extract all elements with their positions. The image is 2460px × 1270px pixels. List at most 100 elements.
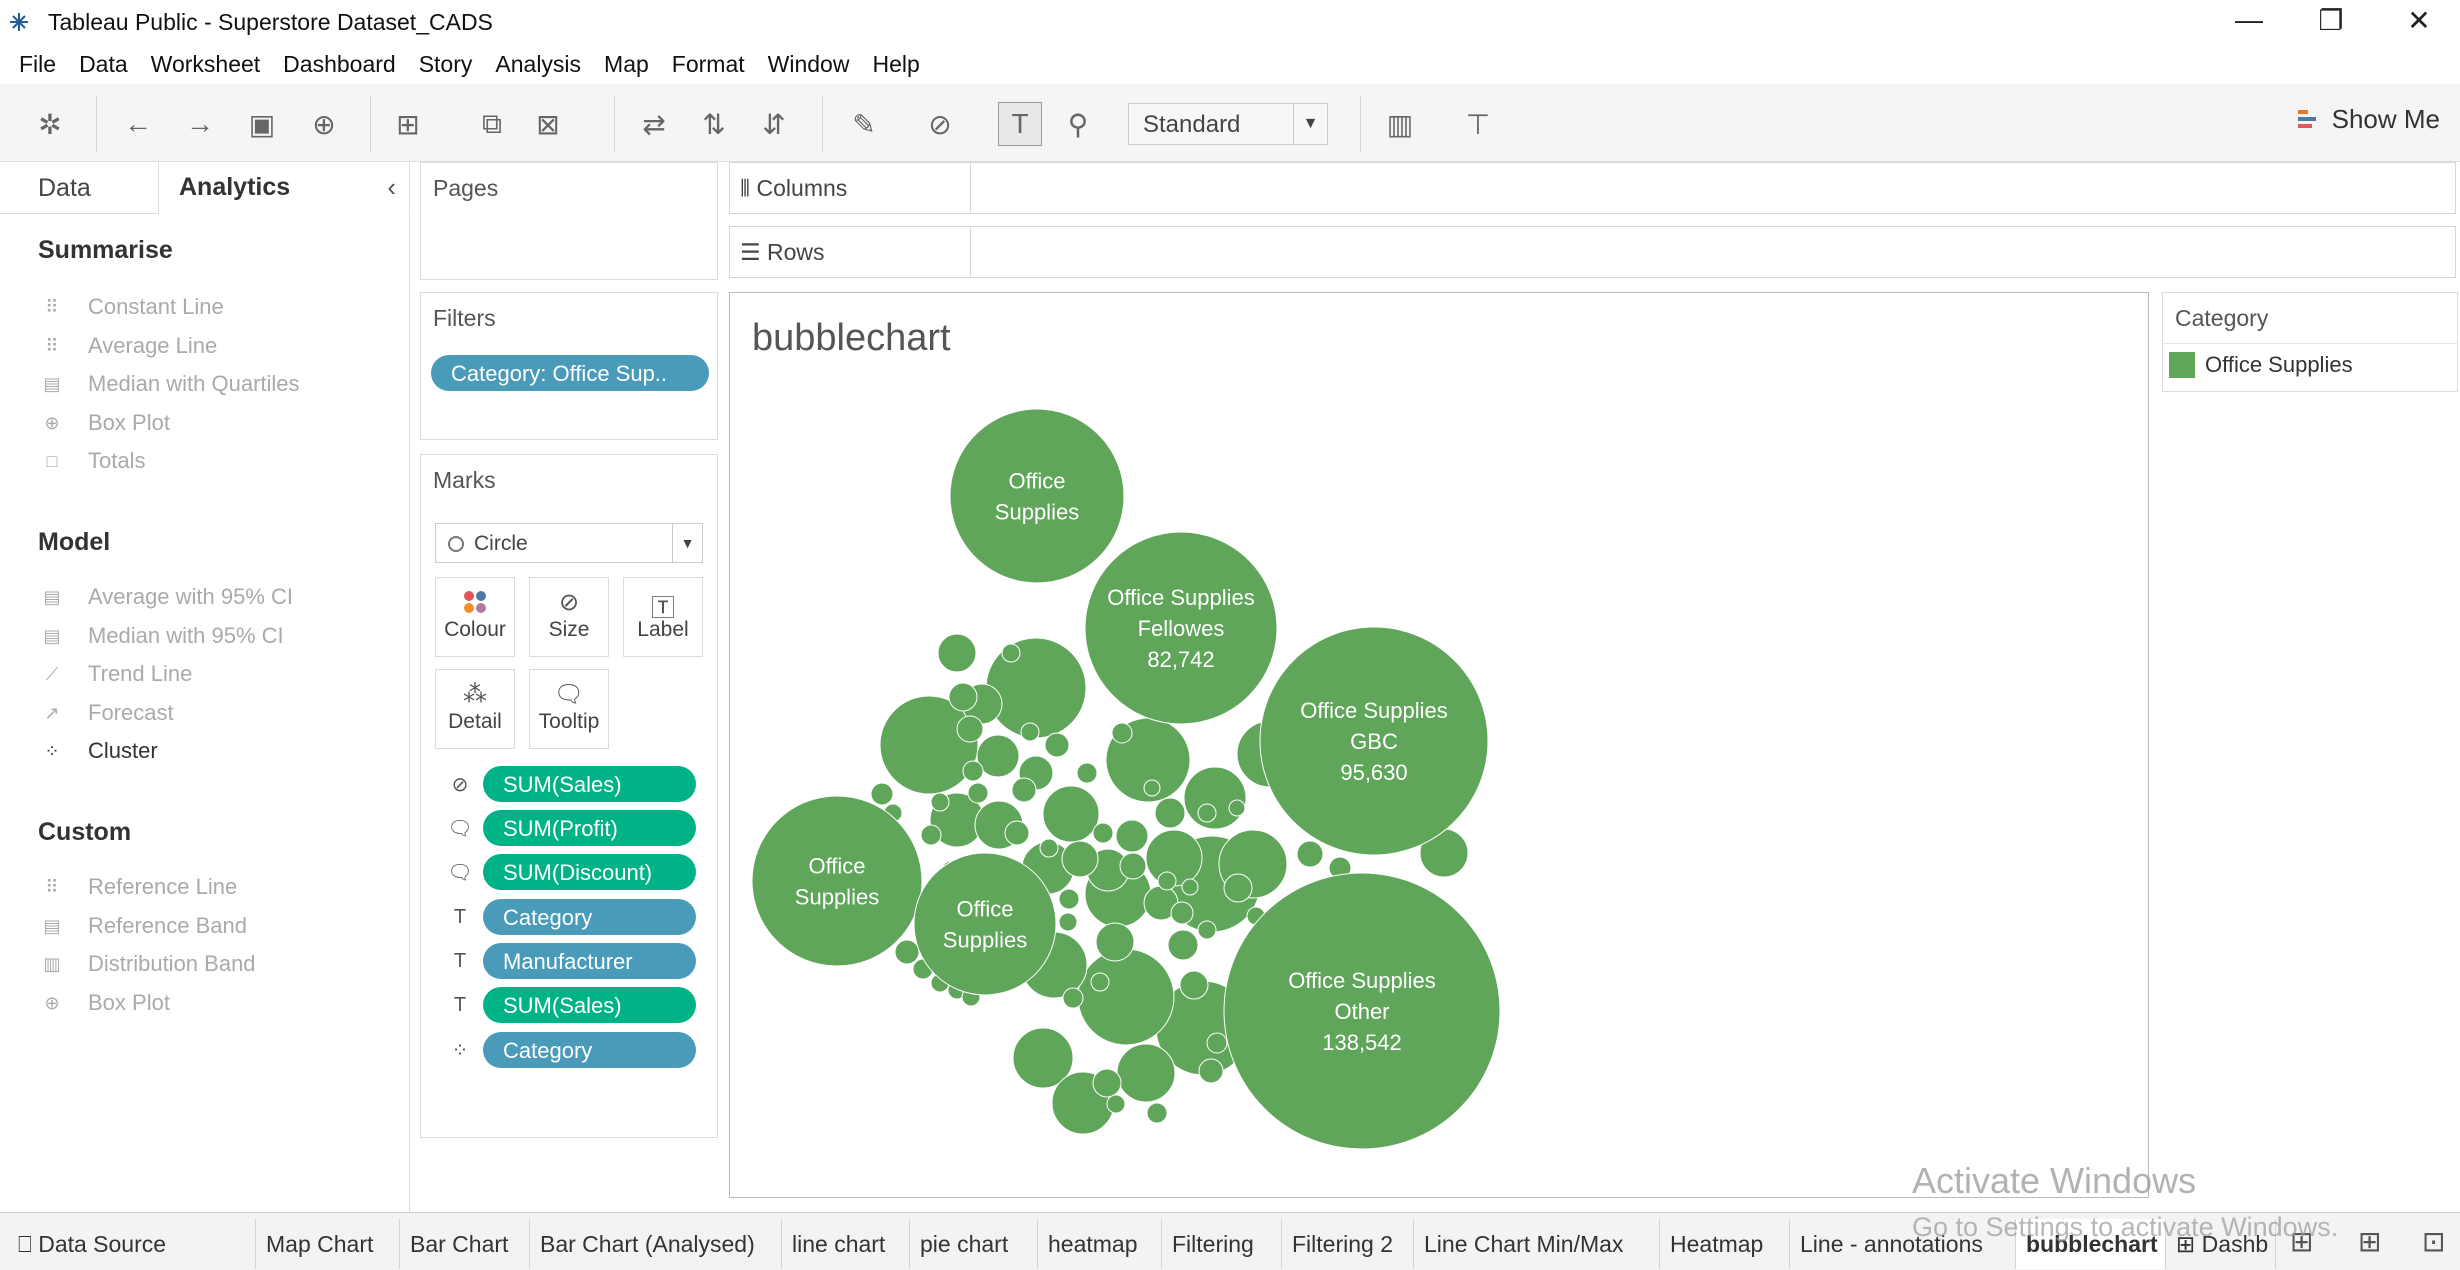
bubble-mark[interactable] <box>1042 785 1100 843</box>
bubble-mark-labeled[interactable] <box>949 408 1125 584</box>
menu-analysis[interactable]: Analysis <box>495 51 581 78</box>
close-button[interactable]: ✕ <box>2380 0 2458 40</box>
colour-button[interactable]: Colour <box>435 577 515 657</box>
undo-icon[interactable]: ← <box>116 102 160 146</box>
menu-help[interactable]: Help <box>872 51 919 78</box>
bubble-mark[interactable] <box>920 824 942 846</box>
bubble-mark[interactable] <box>1296 840 1324 868</box>
bubble-mark[interactable] <box>1090 972 1110 992</box>
bubble-mark[interactable] <box>1095 922 1135 962</box>
pages-shelf[interactable]: Pages <box>420 162 718 280</box>
analytics-average-line[interactable]: ⠿ Average Line <box>40 333 217 359</box>
menu-format[interactable]: Format <box>672 51 745 78</box>
presentation-mode-icon[interactable]: ⊤ <box>1456 102 1500 146</box>
fit-select[interactable]: Standard ▼ <box>1128 103 1328 145</box>
bubble-mark[interactable] <box>1119 852 1147 880</box>
label-button[interactable]: 🅃 Label <box>623 577 703 657</box>
analytics-trend-line[interactable]: ⟋ Trend Line <box>40 661 193 687</box>
analytics-box-plot[interactable]: ⊕ Box Plot <box>40 410 169 436</box>
bubble-mark[interactable] <box>967 782 989 804</box>
sort-descending-icon[interactable]: ⇵ <box>752 102 796 146</box>
show-mark-labels-icon[interactable]: T <box>998 102 1042 146</box>
save-icon[interactable]: ▣ <box>240 102 284 146</box>
bubble-mark[interactable] <box>1004 820 1030 846</box>
analytics-constant-line[interactable]: ⠿ Constant Line <box>40 294 223 320</box>
analytics-median-ci[interactable]: ▤ Median with 95% CI <box>40 623 283 649</box>
bubble-mark[interactable] <box>1197 803 1217 823</box>
group-members-icon[interactable]: ⊘ <box>918 102 962 146</box>
analytics-reference-band[interactable]: ▤ Reference Band <box>40 913 247 939</box>
bubble-mark[interactable] <box>894 939 920 965</box>
detail-button[interactable]: ⁂ Detail <box>435 669 515 749</box>
tooltip-button[interactable]: 🗨 Tooltip <box>529 669 609 749</box>
bubble-mark[interactable] <box>962 760 984 782</box>
minimize-button[interactable]: — <box>2210 0 2288 40</box>
bubble-mark[interactable] <box>1223 873 1253 903</box>
legend-item[interactable]: Office Supplies <box>2163 343 2457 385</box>
redo-icon[interactable]: → <box>178 102 222 146</box>
bubble-mark[interactable] <box>948 682 978 712</box>
bubble-mark[interactable] <box>1179 970 1209 1000</box>
menu-worksheet[interactable]: Worksheet <box>151 51 261 78</box>
bubble-mark[interactable] <box>1197 920 1217 940</box>
analytics-cluster[interactable]: ⁘ Cluster <box>40 738 157 764</box>
tab-heatmap-lower[interactable]: heatmap <box>1038 1219 1162 1269</box>
sort-ascending-icon[interactable]: ⇅ <box>692 102 736 146</box>
new-story-tab-icon[interactable]: ⊡ <box>2422 1225 2445 1258</box>
bubble-mark[interactable] <box>956 715 984 743</box>
collapse-pane-icon[interactable]: ‹ <box>387 172 396 203</box>
pill-sum-sales-label[interactable]: SUM(Sales) <box>483 987 696 1023</box>
new-dashboard-tab-icon[interactable]: ⊞ <box>2358 1225 2381 1258</box>
bubble-mark[interactable] <box>1061 840 1099 878</box>
menu-file[interactable]: File <box>19 51 56 78</box>
menu-window[interactable]: Window <box>768 51 850 78</box>
pill-manufacturer[interactable]: Manufacturer <box>483 943 696 979</box>
bubble-mark[interactable] <box>1116 1043 1176 1103</box>
tab-filtering-2[interactable]: Filtering 2 <box>1282 1219 1414 1269</box>
bubble-mark[interactable] <box>985 637 1087 739</box>
fix-axes-icon[interactable]: ⚲ <box>1056 102 1100 146</box>
bubble-mark[interactable] <box>1044 732 1070 758</box>
analytics-forecast[interactable]: ↗ Forecast <box>40 700 173 726</box>
bubble-mark[interactable] <box>1206 1032 1228 1054</box>
tab-data-source[interactable]: ⎕ Data Source <box>8 1219 256 1269</box>
bubble-mark[interactable] <box>1170 901 1194 925</box>
bubble-mark[interactable] <box>1092 822 1114 844</box>
menu-map[interactable]: Map <box>604 51 649 78</box>
bubble-mark[interactable] <box>1039 838 1059 858</box>
menu-story[interactable]: Story <box>419 51 473 78</box>
tab-bar-chart[interactable]: Bar Chart <box>400 1219 530 1269</box>
bubble-mark[interactable] <box>1011 777 1037 803</box>
highlight-icon[interactable]: ✎ <box>842 102 886 146</box>
menu-dashboard[interactable]: Dashboard <box>283 51 396 78</box>
bubble-mark[interactable] <box>1062 987 1084 1009</box>
analytics-reference-line[interactable]: ⠿ Reference Line <box>40 874 237 900</box>
new-worksheet-icon[interactable]: ⊞ <box>386 102 430 146</box>
bubble-mark[interactable] <box>1106 1094 1126 1114</box>
clear-sheet-icon[interactable]: ⊠ <box>526 102 570 146</box>
bubble-mark[interactable] <box>1198 1058 1224 1084</box>
rows-shelf[interactable]: ☰ Rows <box>729 226 2456 278</box>
bubble-mark[interactable] <box>1092 1068 1122 1098</box>
bubble-mark[interactable] <box>1154 797 1186 829</box>
swap-rows-columns-icon[interactable]: ⇄ <box>632 102 676 146</box>
bubble-mark[interactable] <box>870 782 894 806</box>
bubble-mark[interactable] <box>1146 1102 1168 1124</box>
bubble-mark[interactable] <box>1181 878 1199 896</box>
tab-bar-chart-analysed[interactable]: Bar Chart (Analysed) <box>530 1219 782 1269</box>
bubble-mark[interactable] <box>1077 948 1175 1046</box>
tab-map-chart[interactable]: Map Chart <box>256 1219 400 1269</box>
tab-line-chart[interactable]: line chart <box>782 1219 910 1269</box>
bubble-mark[interactable] <box>1143 779 1161 797</box>
pill-category-colour[interactable]: Category <box>483 1032 696 1068</box>
pill-sum-discount[interactable]: SUM(Discount) <box>483 854 696 890</box>
bubble-mark[interactable] <box>1020 722 1040 742</box>
bubble-mark[interactable] <box>1111 722 1133 744</box>
bubble-mark[interactable] <box>1183 766 1247 830</box>
columns-shelf[interactable]: ⦀ Columns <box>729 162 2456 214</box>
filters-shelf[interactable]: Filters Category: Office Sup.. <box>420 292 718 440</box>
bubble-mark[interactable] <box>937 633 977 673</box>
bubble-mark[interactable] <box>1058 888 1080 910</box>
analytics-box-plot-custom[interactable]: ⊕ Box Plot <box>40 990 169 1016</box>
pill-category-label[interactable]: Category <box>483 899 696 935</box>
